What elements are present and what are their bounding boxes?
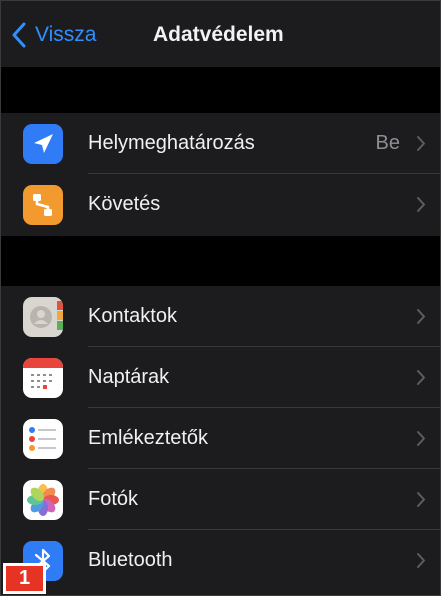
- location-arrow-icon: [23, 124, 63, 164]
- row-value: Be: [375, 132, 400, 154]
- chevron-right-icon: [417, 309, 425, 324]
- chevron-right-icon: [417, 136, 425, 151]
- chevron-right-icon: [417, 553, 425, 568]
- row-label: Bluetooth: [88, 549, 173, 571]
- row-label: Követés: [88, 193, 161, 215]
- row-contacts[interactable]: Kontaktok: [1, 286, 440, 347]
- chevron-right-icon: [417, 197, 425, 212]
- reminders-icon: [23, 419, 63, 459]
- back-button-label: Vissza: [35, 23, 97, 46]
- row-label: Emlékeztetők: [88, 427, 209, 449]
- contacts-icon: [23, 297, 63, 337]
- section-gap: [1, 236, 440, 286]
- row-label: Naptárak: [88, 366, 170, 388]
- page-title: Adatvédelem: [153, 23, 284, 46]
- back-button[interactable]: Vissza: [11, 19, 96, 51]
- row-label: Helymeghatározás: [88, 132, 255, 154]
- row-calendars[interactable]: Naptárak: [1, 347, 440, 408]
- step-number-badge: 1: [3, 563, 46, 594]
- row-bluetooth[interactable]: Bluetooth: [1, 530, 440, 591]
- chevron-left-icon: [12, 22, 26, 48]
- row-reminders[interactable]: Emlékeztetők: [1, 408, 440, 469]
- settings-group-apps: Kontaktok Naptárak Emlékeztetők Fotók Bl…: [1, 286, 440, 595]
- calendar-icon: [23, 358, 63, 398]
- row-tracking[interactable]: Követés: [1, 174, 440, 235]
- chevron-right-icon: [417, 370, 425, 385]
- chevron-right-icon: [417, 492, 425, 507]
- row-location-services[interactable]: Helymeghatározás Be: [1, 113, 440, 174]
- row-photos[interactable]: Fotók: [1, 469, 440, 530]
- row-label: Fotók: [88, 488, 139, 510]
- tracking-icon: [23, 185, 63, 225]
- navigation-bar: Vissza Adatvédelem: [1, 1, 440, 67]
- photos-icon: [23, 480, 63, 520]
- section-gap: [1, 67, 440, 113]
- settings-group-location: Helymeghatározás Be Követés: [1, 113, 440, 236]
- row-label: Kontaktok: [88, 305, 177, 327]
- chevron-right-icon: [417, 431, 425, 446]
